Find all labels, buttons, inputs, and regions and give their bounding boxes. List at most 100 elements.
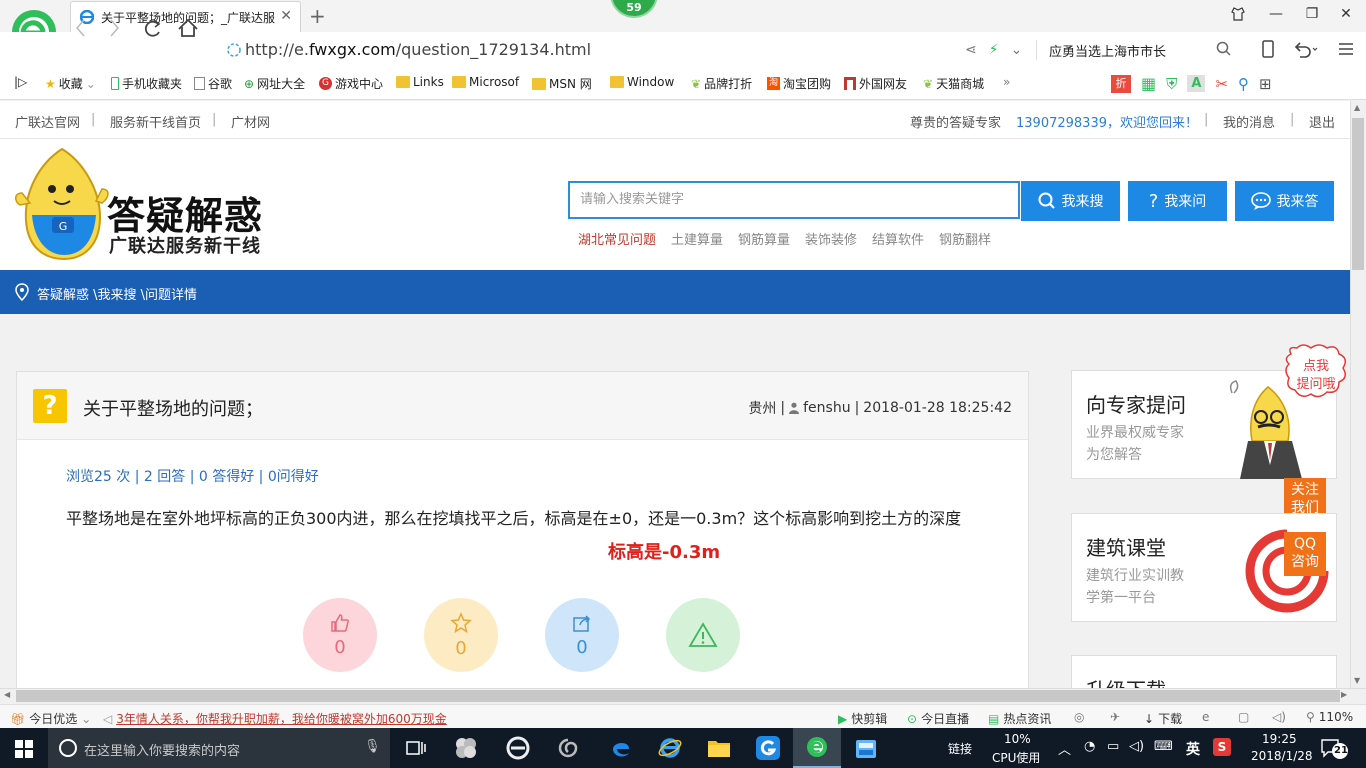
hot-news[interactable]: ▤ 热点资讯	[988, 710, 1051, 727]
bookmark-foreign[interactable]: 外国网友	[844, 75, 907, 92]
bookmark-links[interactable]: Links	[396, 75, 444, 89]
chevron-down-icon[interactable]: ⌄	[1011, 42, 1023, 58]
skin-icon[interactable]	[1230, 6, 1250, 26]
hot-link-rebar[interactable]: 钢筋算量	[738, 229, 790, 248]
link-my-messages[interactable]: 我的消息	[1223, 112, 1275, 131]
scroll-left-icon[interactable]: ◀	[4, 690, 10, 699]
link-logout[interactable]: 退出	[1309, 112, 1335, 131]
bookmark-google[interactable]: 谷歌	[194, 75, 232, 92]
share-button[interactable]: 0	[545, 598, 619, 672]
greeting-user[interactable]: 13907298339，欢迎您回来！	[1016, 112, 1198, 131]
menu-icon[interactable]	[1337, 40, 1355, 58]
maximize-button[interactable]: ❐	[1302, 6, 1322, 26]
link-material-net[interactable]: 广材网	[231, 112, 270, 131]
magnifier-icon[interactable]: ⚲	[1238, 75, 1249, 93]
cpu-usage-value[interactable]: 10%	[1004, 732, 1031, 746]
sidebar-toggle-icon[interactable]: |▷	[14, 75, 27, 89]
scroll-right-icon[interactable]: ▶	[1341, 690, 1347, 699]
upgrade-download-card[interactable]: 升级下载	[1071, 655, 1337, 688]
home-icon[interactable]	[177, 8, 199, 48]
scroll-up-icon[interactable]: ▲	[1354, 103, 1360, 112]
clock-time[interactable]: 19:25	[1262, 732, 1297, 746]
app-ie-icon[interactable]	[646, 728, 694, 768]
bookmark-games[interactable]: G 游戏中心	[319, 75, 383, 92]
close-window-button[interactable]: ✕	[1336, 6, 1356, 26]
quick-clip[interactable]: ▶ 快剪辑	[838, 710, 887, 727]
app-g-icon[interactable]	[744, 728, 792, 768]
task-view-icon[interactable]	[392, 728, 440, 768]
app-pinwheel-icon[interactable]	[442, 728, 490, 768]
today-live[interactable]: ⊙ 今日直播	[907, 710, 969, 727]
app-2345-browser-icon[interactable]	[494, 728, 542, 768]
ie-mode-icon[interactable]: e	[1202, 710, 1209, 724]
bookmark-brand-sale[interactable]: ❦ 品牌打折	[691, 75, 752, 92]
bookmark-favorites[interactable]: ★ 收藏 ⌄	[45, 75, 96, 92]
scroll-down-icon[interactable]: ▼	[1354, 676, 1360, 685]
mobile-icon[interactable]	[1261, 40, 1275, 58]
minimize-button[interactable]: —	[1266, 6, 1286, 26]
undo-icon[interactable]	[1293, 40, 1319, 58]
bookmark-microsoft[interactable]: Microsof	[452, 75, 519, 89]
share-icon[interactable]: ⋖	[965, 42, 977, 58]
address-bar[interactable]: http://e.fwxgx.com/question_1729134.html	[245, 40, 591, 59]
news-ticker[interactable]: ◁ 3年情人关系，你帮我升职加薪，我给你暖被窝外加600万现金	[103, 710, 447, 727]
bookmark-tmall[interactable]: ❦ 天猫商城	[923, 75, 984, 92]
favorite-button[interactable]: 0	[424, 598, 498, 672]
sogou-icon[interactable]: S	[1213, 738, 1231, 756]
microphone-icon[interactable]: 🎙︎	[364, 739, 381, 754]
scissors-icon[interactable]: ✂	[1215, 75, 1228, 93]
hot-link-decoration[interactable]: 装饰装修	[805, 229, 857, 248]
wifi-icon[interactable]: ◔	[1084, 739, 1095, 754]
bookmark-msn[interactable]: MSN 网	[532, 75, 592, 92]
search-button[interactable]: 我来搜	[1021, 181, 1120, 221]
action-center-icon[interactable]: 21	[1320, 738, 1348, 760]
search-icon[interactable]	[1216, 41, 1232, 57]
hot-link-rebar-layout[interactable]: 钢筋翻样	[939, 229, 991, 248]
clock-date[interactable]: 2018/1/28	[1251, 749, 1313, 763]
tray-link[interactable]: 链接	[948, 740, 972, 757]
app-calculator-icon[interactable]	[842, 728, 890, 768]
bookmark-mobile[interactable]: 手机收藏夹	[111, 75, 182, 92]
browser-search-input[interactable]: 应勇当选上海市市长	[1049, 41, 1166, 60]
network-icon[interactable]: ▭	[1107, 739, 1119, 754]
link-glodon-official[interactable]: 广联达官网	[15, 112, 80, 131]
downloads[interactable]: ↓ 下载	[1144, 710, 1182, 727]
speed-icon[interactable]: ◎	[1074, 710, 1084, 724]
close-tab-icon[interactable]: ✕	[280, 8, 292, 24]
bookmark-windows[interactable]: Window	[610, 75, 674, 89]
horizontal-scroll-thumb[interactable]	[16, 690, 1340, 702]
bookmark-sites[interactable]: ⊕ 网址大全	[244, 75, 305, 92]
back-icon[interactable]	[74, 8, 86, 48]
app-edge-icon[interactable]	[597, 728, 645, 768]
refresh-icon[interactable]	[141, 8, 163, 48]
bookmark-taobao[interactable]: 淘淘宝团购	[767, 75, 831, 92]
ask-me-bubble[interactable]: 点我 提问哦	[1283, 344, 1349, 402]
reader-icon[interactable]: ▦	[1141, 74, 1156, 93]
ask-button[interactable]: ? 我来问	[1128, 181, 1227, 221]
answer-button[interactable]: 我来答	[1235, 181, 1334, 221]
site-security-icon[interactable]	[226, 42, 242, 58]
keyboard-icon[interactable]: ⌨	[1154, 739, 1173, 754]
volume-icon[interactable]: ◁)	[1129, 739, 1144, 754]
forward-icon[interactable]	[109, 8, 121, 48]
mute-icon[interactable]: ◁)	[1272, 710, 1286, 724]
mascot-logo-icon[interactable]: G	[12, 145, 112, 263]
discount-icon[interactable]: 折	[1111, 74, 1131, 93]
report-button[interactable]	[666, 598, 740, 672]
new-tab-icon[interactable]: +	[309, 4, 326, 28]
link-service-home[interactable]: 服务新干线首页	[110, 112, 201, 131]
app-file-explorer-icon[interactable]	[695, 728, 743, 768]
ime-indicator[interactable]: 英	[1186, 739, 1200, 759]
window-icon[interactable]: ▢	[1238, 710, 1249, 724]
hot-link-civil[interactable]: 土建算量	[671, 229, 723, 248]
windows-start-icon[interactable]	[15, 740, 33, 758]
hot-link-settlement[interactable]: 结算软件	[872, 229, 924, 248]
tools-icon[interactable]: ✈	[1110, 710, 1120, 724]
apps-grid-icon[interactable]: ⊞	[1259, 75, 1272, 93]
shield-icon[interactable]: ⛨	[1166, 75, 1177, 93]
site-search-input[interactable]: 请输入搜索关键字	[568, 181, 1020, 219]
more-bookmarks-icon[interactable]: »	[1003, 75, 1010, 89]
zoom-level[interactable]: ⚲ 110%	[1306, 710, 1353, 724]
breadcrumb[interactable]: 答疑解惑 \我来搜 \问题详情	[37, 284, 197, 303]
today-picks[interactable]: 🎁︎ 今日优选 ⌄	[10, 710, 91, 727]
